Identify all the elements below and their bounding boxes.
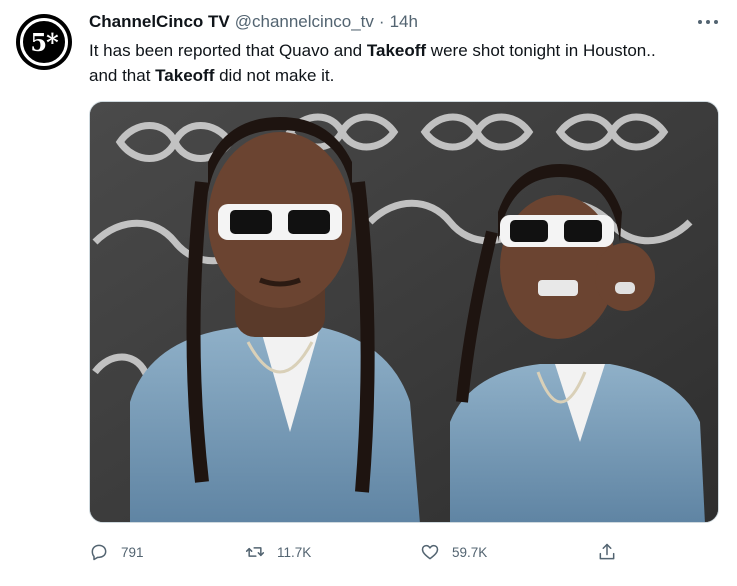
- retweet-button[interactable]: 11.7K: [245, 538, 311, 566]
- tweet-text: It has been reported that Quavo and Take…: [89, 38, 729, 88]
- avatar-logo-text: 5*: [30, 27, 58, 57]
- display-name[interactable]: ChannelCinco TV: [89, 12, 230, 32]
- text-bold-segment: Takeoff: [155, 66, 215, 85]
- tweet-header: ChannelCinco TV @channelcinco_tv · 14h: [89, 12, 418, 32]
- more-dot: [714, 20, 718, 24]
- like-count: 59.7K: [452, 544, 488, 560]
- separator-dot: ·: [378, 12, 385, 31]
- heart-icon: [421, 544, 439, 560]
- retweet-icon: [245, 547, 265, 557]
- text-segment: and that: [89, 66, 156, 85]
- like-button[interactable]: 59.7K: [420, 538, 487, 566]
- more-dot: [698, 20, 702, 24]
- tweet-actions: 791 11.7K 59.7K: [89, 538, 719, 566]
- tweet-photo[interactable]: [89, 101, 719, 523]
- tweet-text-line-1: It has been reported that Quavo and Take…: [89, 38, 729, 63]
- retweet-count: 11.7K: [277, 544, 312, 560]
- more-dot: [706, 20, 710, 24]
- tweet: 5* ChannelCinco TV @channelcinco_tv · 14…: [0, 0, 737, 586]
- text-bold-segment: Takeoff: [366, 41, 427, 60]
- text-segment: It has been reported that Quavo and: [89, 41, 367, 60]
- tweet-text-line-2: and that Takeoff did not make it.: [89, 63, 729, 88]
- reply-icon: [91, 544, 107, 561]
- more-options-icon[interactable]: [694, 12, 722, 32]
- reply-button[interactable]: 791: [89, 538, 144, 566]
- timestamp[interactable]: 14h: [390, 12, 418, 32]
- avatar[interactable]: 5*: [16, 14, 72, 70]
- reply-count: 791: [121, 544, 144, 560]
- text-segment: were shot tonight in Houston..: [426, 41, 656, 60]
- photo-illustration: [90, 102, 718, 522]
- share-icon: [599, 543, 615, 560]
- avatar-logo: 5*: [20, 18, 68, 66]
- text-segment: did not make it.: [214, 66, 335, 85]
- share-button[interactable]: [597, 538, 617, 566]
- user-handle[interactable]: @channelcinco_tv: [235, 12, 374, 32]
